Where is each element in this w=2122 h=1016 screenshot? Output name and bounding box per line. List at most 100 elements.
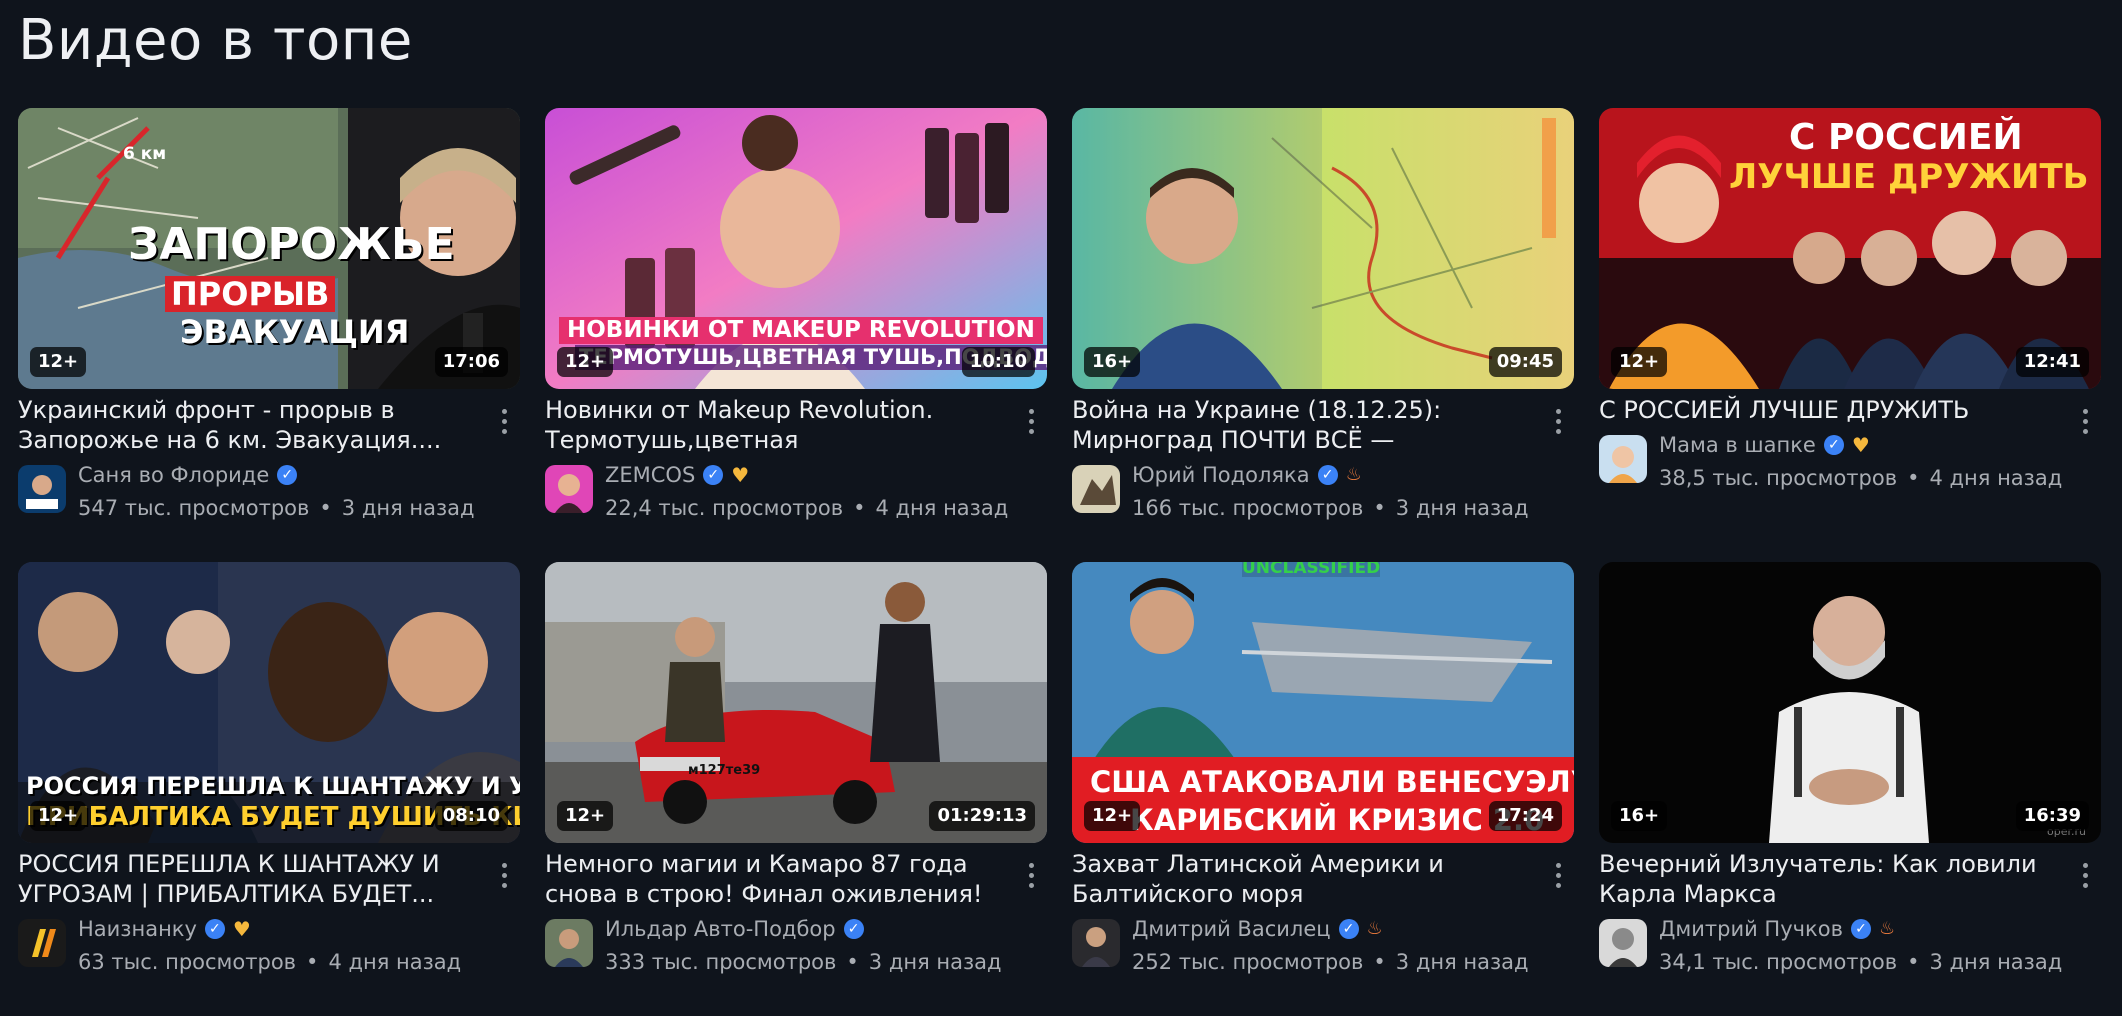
channel-name[interactable]: Саня во Флориде: [78, 461, 269, 489]
more-options-icon[interactable]: [1017, 403, 1045, 439]
publish-age: 3 дня назад: [1395, 950, 1529, 974]
video-title[interactable]: Захват Латинской Америки и Балтийского м…: [1072, 849, 1524, 909]
channel-name-group[interactable]: Наизнанку ✓ ♥: [78, 915, 251, 943]
thumbnail-text: США АТАКОВАЛИ ВЕНЕСУЭЛУ: [1090, 765, 1574, 799]
video-card[interactable]: НОВИНКИ ОТ MAKEUP REVOLUTION ТЕРМОТУШЬ,Ц…: [545, 108, 1047, 562]
channel-name-group[interactable]: Саня во Флориде ✓: [78, 461, 298, 489]
video-thumbnail[interactable]: 16+ 09:45: [1072, 108, 1574, 389]
channel-row: Ильдар Авто-Подбор ✓ 333 тыс. просмотров…: [545, 915, 1047, 974]
view-count: 63 тыс. просмотров: [78, 950, 297, 974]
channel-row: Дмитрий Пучков ✓ ♨ 34,1 тыс. просмотров •…: [1599, 915, 2101, 974]
view-count: 333 тыс. просмотров: [605, 950, 837, 974]
video-meta: Вечерний Излучатель: Как ловили Карла Ма…: [1599, 843, 2101, 974]
verified-icon: ✓: [1823, 435, 1844, 455]
video-card[interactable]: 16+ 09:45 Война на Украине (18.12.25): М…: [1072, 108, 1574, 562]
channel-row: Юрий Подоляка ✓ ♨ 166 тыс. просмотров • 3 …: [1072, 461, 1574, 520]
more-options-icon[interactable]: [1017, 857, 1045, 893]
channel-avatar[interactable]: [545, 919, 593, 967]
video-thumbnail[interactable]: м127те39 12+ 01:29:13: [545, 562, 1047, 843]
publish-age: 3 дня назад: [1395, 496, 1529, 520]
verified-icon: ✓: [277, 465, 298, 485]
publish-age: 3 дня назад: [868, 950, 1002, 974]
video-card[interactable]: UNCLASSIFIED США АТАКОВАЛИ ВЕНЕСУЭЛУ КАР…: [1072, 562, 1574, 1016]
video-stats: 22,4 тыс. просмотров • 4 дня назад: [605, 496, 1009, 520]
video-meta: С РОССИЕЙ ЛУЧШЕ ДРУЖИТЬ #МВШ Мама в шапк…: [1599, 389, 2101, 490]
age-rating-badge: 16+: [1084, 347, 1141, 377]
verified-icon: ✓: [843, 919, 864, 939]
video-card[interactable]: oper.ru 16+ 16:39 Вечерний Излучатель: К…: [1599, 562, 2101, 1016]
channel-avatar[interactable]: [18, 465, 66, 513]
publish-age: 4 дня назад: [875, 496, 1009, 520]
video-thumbnail[interactable]: 6 км ЗАПОРОЖЬЕ ПРОРЫВ ЭВАКУАЦИЯ 12+ 17:0…: [18, 108, 520, 389]
verified-icon: ✓: [1338, 919, 1359, 939]
duration-badge: 09:45: [1488, 347, 1562, 377]
section-title: Видео в топе: [18, 8, 413, 73]
more-options-icon[interactable]: [490, 857, 518, 893]
more-options-icon[interactable]: [490, 403, 518, 439]
video-thumbnail[interactable]: UNCLASSIFIED США АТАКОВАЛИ ВЕНЕСУЭЛУ КАР…: [1072, 562, 1574, 843]
more-options-icon[interactable]: [1544, 857, 1572, 893]
video-thumbnail[interactable]: oper.ru 16+ 16:39: [1599, 562, 2101, 843]
channel-name-group[interactable]: Ильдар Авто-Подбор ✓: [605, 915, 864, 943]
video-title[interactable]: Новинки от Makeup Revolution. Термотушь,…: [545, 395, 997, 455]
channel-name[interactable]: ZEMCOS: [605, 461, 695, 489]
channel-name-group[interactable]: Юрий Подоляка ✓ ♨: [1132, 461, 1362, 489]
channel-name-group[interactable]: ZEMCOS ✓ ♥: [605, 461, 749, 489]
channel-name[interactable]: Наизнанку: [78, 915, 197, 943]
video-thumbnail[interactable]: С РОССИЕЙ ЛУЧШЕ ДРУЖИТЬ 12+ 12:41: [1599, 108, 2101, 389]
flame-icon: ♨: [1345, 464, 1362, 485]
channel-avatar[interactable]: [1599, 919, 1647, 967]
thumbnail-text: ПРОРЫВ: [165, 276, 336, 312]
sponsor-heart-icon: ♥: [232, 917, 251, 941]
channel-name[interactable]: Дмитрий Пучков: [1659, 915, 1843, 943]
video-title[interactable]: Украинский фронт - прорыв в Запорожье на…: [18, 395, 470, 455]
channel-name[interactable]: Мама в шапке: [1659, 431, 1816, 459]
video-card[interactable]: м127те39 12+ 01:29:13 Немного магии и Ка…: [545, 562, 1047, 1016]
thumbnail-text: РОССИЯ ПЕРЕШЛА К ШАНТАЖУ И УГРОЗАМ: [26, 772, 520, 800]
video-card[interactable]: 6 км ЗАПОРОЖЬЕ ПРОРЫВ ЭВАКУАЦИЯ 12+ 17:0…: [18, 108, 520, 562]
thumbnail-text: ЛУЧШЕ ДРУЖИТЬ: [1729, 157, 2089, 197]
age-rating-badge: 12+: [1084, 801, 1141, 831]
video-stats: 252 тыс. просмотров • 3 дня назад: [1132, 950, 1529, 974]
channel-name[interactable]: Дмитрий Василец: [1132, 915, 1331, 943]
video-stats: 34,1 тыс. просмотров • 3 дня назад: [1659, 950, 2063, 974]
more-options-icon[interactable]: [2071, 857, 2099, 893]
thumbnail-text: м127те39: [688, 763, 761, 778]
thumbnail-text: С РОССИЕЙ: [1789, 117, 2023, 158]
age-rating-badge: 12+: [1611, 347, 1668, 377]
video-card[interactable]: РОССИЯ ПЕРЕШЛА К ШАНТАЖУ И УГРОЗАМ ПРИБА…: [18, 562, 520, 1016]
video-card[interactable]: С РОССИЕЙ ЛУЧШЕ ДРУЖИТЬ 12+ 12:41 С РОСС…: [1599, 108, 2101, 562]
verified-icon: ✓: [1317, 465, 1338, 485]
channel-name-group[interactable]: Мама в шапке ✓ ♥: [1659, 431, 1870, 459]
channel-row: ZEMCOS ✓ ♥ 22,4 тыс. просмотров • 4 дня на…: [545, 461, 1047, 520]
more-options-icon[interactable]: [1544, 403, 1572, 439]
video-title[interactable]: Вечерний Излучатель: Как ловили Карла Ма…: [1599, 849, 2051, 909]
channel-name[interactable]: Ильдар Авто-Подбор: [605, 915, 836, 943]
video-stats: 166 тыс. просмотров • 3 дня назад: [1132, 496, 1529, 520]
thumbnail-text: ЗАПОРОЖЬЕ: [128, 219, 455, 270]
video-title[interactable]: С РОССИЕЙ ЛУЧШЕ ДРУЖИТЬ #МВШ: [1599, 395, 2051, 425]
page: Видео в топе 6 км ЗАПОРОЖЬЕ ПРОРЫВ ЭВАКУ…: [0, 0, 2122, 1000]
channel-avatar[interactable]: [18, 919, 66, 967]
video-thumbnail[interactable]: НОВИНКИ ОТ MAKEUP REVOLUTION ТЕРМОТУШЬ,Ц…: [545, 108, 1047, 389]
video-meta: Война на Украине (18.12.25): Мирноград П…: [1072, 389, 1574, 520]
publish-age: 3 дня назад: [1929, 950, 2063, 974]
channel-name-group[interactable]: Дмитрий Пучков ✓ ♨: [1659, 915, 1895, 943]
age-rating-badge: 16+: [1611, 801, 1668, 831]
video-title[interactable]: РОССИЯ ПЕРЕШЛА К ШАНТАЖУ И УГРОЗАМ | ПРИ…: [18, 849, 470, 909]
video-thumbnail[interactable]: РОССИЯ ПЕРЕШЛА К ШАНТАЖУ И УГРОЗАМ ПРИБА…: [18, 562, 520, 843]
channel-row: Дмитрий Василец ✓ ♨ 252 тыс. просмотров •…: [1072, 915, 1574, 974]
publish-age: 3 дня назад: [341, 496, 475, 520]
video-title[interactable]: Война на Украине (18.12.25): Мирноград П…: [1072, 395, 1524, 455]
channel-avatar[interactable]: [1072, 919, 1120, 967]
channel-avatar[interactable]: [1072, 465, 1120, 513]
video-title[interactable]: Немного магии и Камаро 87 года снова в с…: [545, 849, 997, 909]
channel-avatar[interactable]: [545, 465, 593, 513]
channel-name-group[interactable]: Дмитрий Василец ✓ ♨: [1132, 915, 1383, 943]
video-stats: 38,5 тыс. просмотров • 4 дня назад: [1659, 466, 2063, 490]
age-rating-badge: 12+: [557, 347, 614, 377]
channel-name[interactable]: Юрий Подоляка: [1132, 461, 1310, 489]
video-meta: Захват Латинской Америки и Балтийского м…: [1072, 843, 1574, 974]
channel-avatar[interactable]: [1599, 435, 1647, 483]
sponsor-heart-icon: ♥: [1851, 433, 1870, 457]
